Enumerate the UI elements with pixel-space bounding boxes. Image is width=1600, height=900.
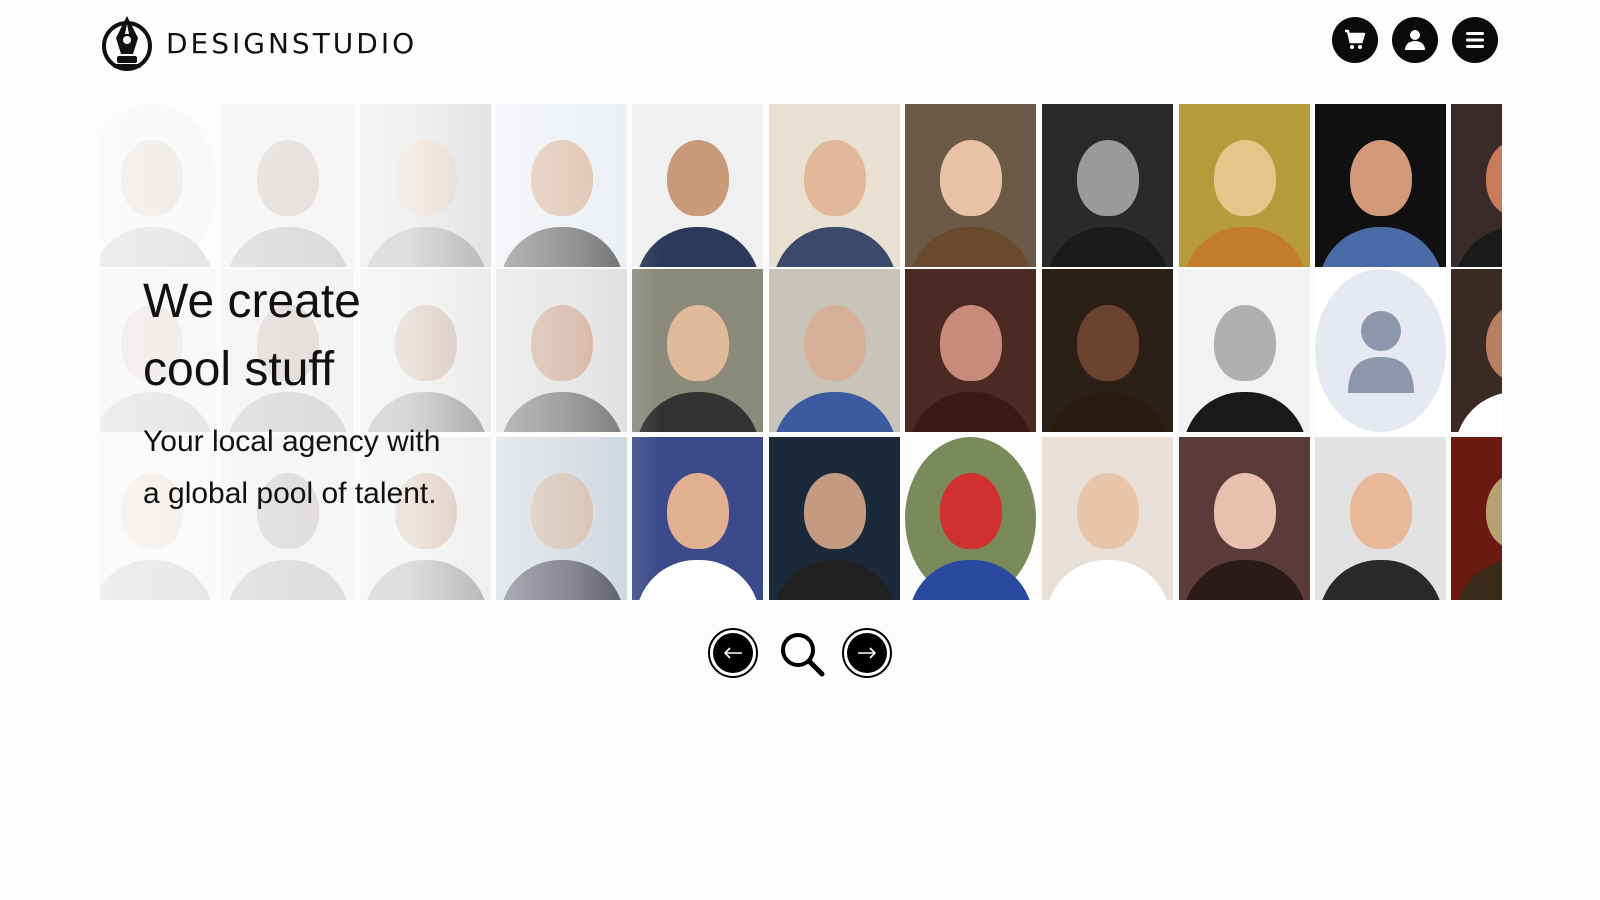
profile-photo-tile[interactable]	[632, 104, 763, 267]
photo-face	[1076, 472, 1139, 549]
photo-face	[939, 472, 1002, 549]
user-placeholder-icon	[1348, 311, 1414, 393]
photo-face	[1213, 139, 1276, 216]
profile-photo-tile[interactable]	[1042, 269, 1173, 432]
next-button[interactable]	[842, 628, 892, 678]
arrow-right-icon	[858, 647, 877, 659]
profile-photo-tile[interactable]	[769, 437, 900, 600]
arrow-left-icon	[723, 647, 742, 659]
previous-button[interactable]	[708, 628, 758, 678]
photo-face	[530, 472, 593, 549]
hero-section: We create cool stuff Your local agency w…	[143, 268, 473, 520]
photo-face	[1213, 472, 1276, 549]
photo-face	[803, 304, 866, 381]
photo-face	[1349, 472, 1412, 549]
photo-face	[939, 139, 1002, 216]
photo-face	[803, 472, 866, 549]
photo-face	[530, 304, 593, 381]
photo-face	[530, 139, 593, 216]
site-header: DESIGNSTUDIO	[0, 0, 1600, 90]
photo-face	[1213, 304, 1276, 381]
profile-photo-tile[interactable]	[222, 104, 353, 267]
user-icon	[1405, 30, 1425, 50]
profile-photo-tile[interactable]	[1179, 104, 1310, 267]
pen-nib-logo-icon	[102, 16, 152, 71]
profile-photo-tile[interactable]	[496, 104, 627, 267]
profile-photo-tile[interactable]	[100, 104, 217, 267]
photo-face	[666, 139, 729, 216]
profile-photo-tile[interactable]	[1315, 104, 1446, 267]
photo-face	[120, 139, 183, 216]
profile-photo-tile[interactable]	[632, 437, 763, 600]
photo-face	[803, 139, 866, 216]
photo-face	[1349, 139, 1412, 216]
profile-photo-tile[interactable]	[905, 269, 1036, 432]
profile-photo-tile[interactable]	[769, 269, 900, 432]
hero-subtitle-line-2: a global pool of talent.	[143, 477, 437, 510]
profile-photo-tile[interactable]	[496, 437, 627, 600]
account-button[interactable]	[1392, 17, 1438, 63]
photo-face	[666, 472, 729, 549]
profile-photo-tile[interactable]	[769, 104, 900, 267]
photo-face	[394, 139, 457, 216]
search-icon[interactable]	[778, 630, 826, 678]
photo-face	[1076, 139, 1139, 216]
hero-title: We create cool stuff	[143, 268, 473, 404]
hamburger-menu-icon	[1466, 32, 1484, 48]
profile-photo-tile[interactable]	[1315, 269, 1446, 432]
profile-photo-tile[interactable]	[1451, 104, 1502, 267]
cart-button[interactable]	[1332, 17, 1378, 63]
profile-photo-tile[interactable]	[1179, 269, 1310, 432]
menu-button[interactable]	[1452, 17, 1498, 63]
profile-photo-tile[interactable]	[905, 437, 1036, 600]
photo-face	[939, 304, 1002, 381]
brand-logo[interactable]: DESIGNSTUDIO	[100, 14, 417, 72]
profile-photo-tile[interactable]	[496, 269, 627, 432]
photo-face	[256, 139, 319, 216]
hero-title-line-1: We create	[143, 275, 361, 328]
profile-photo-tile[interactable]	[360, 104, 491, 267]
cart-icon	[1345, 29, 1366, 49]
photo-face	[666, 304, 729, 381]
profile-photo-tile[interactable]	[1042, 437, 1173, 600]
photo-face	[1076, 304, 1139, 381]
hero-subtitle-line-1: Your local agency with	[143, 425, 441, 458]
profile-photo-tile[interactable]	[1315, 437, 1446, 600]
profile-photo-tile[interactable]	[905, 104, 1036, 267]
hero-subtitle: Your local agency with a global pool of …	[143, 416, 473, 520]
hero-title-line-2: cool stuff	[143, 343, 335, 396]
profile-photo-tile[interactable]	[632, 269, 763, 432]
profile-photo-tile[interactable]	[1179, 437, 1310, 600]
brand-name: DESIGNSTUDIO	[166, 26, 418, 60]
profile-photo-tile[interactable]	[1451, 437, 1502, 600]
profile-photo-tile[interactable]	[1451, 269, 1502, 432]
gallery-controls	[0, 628, 1600, 684]
profile-photo-tile[interactable]	[1042, 104, 1173, 267]
